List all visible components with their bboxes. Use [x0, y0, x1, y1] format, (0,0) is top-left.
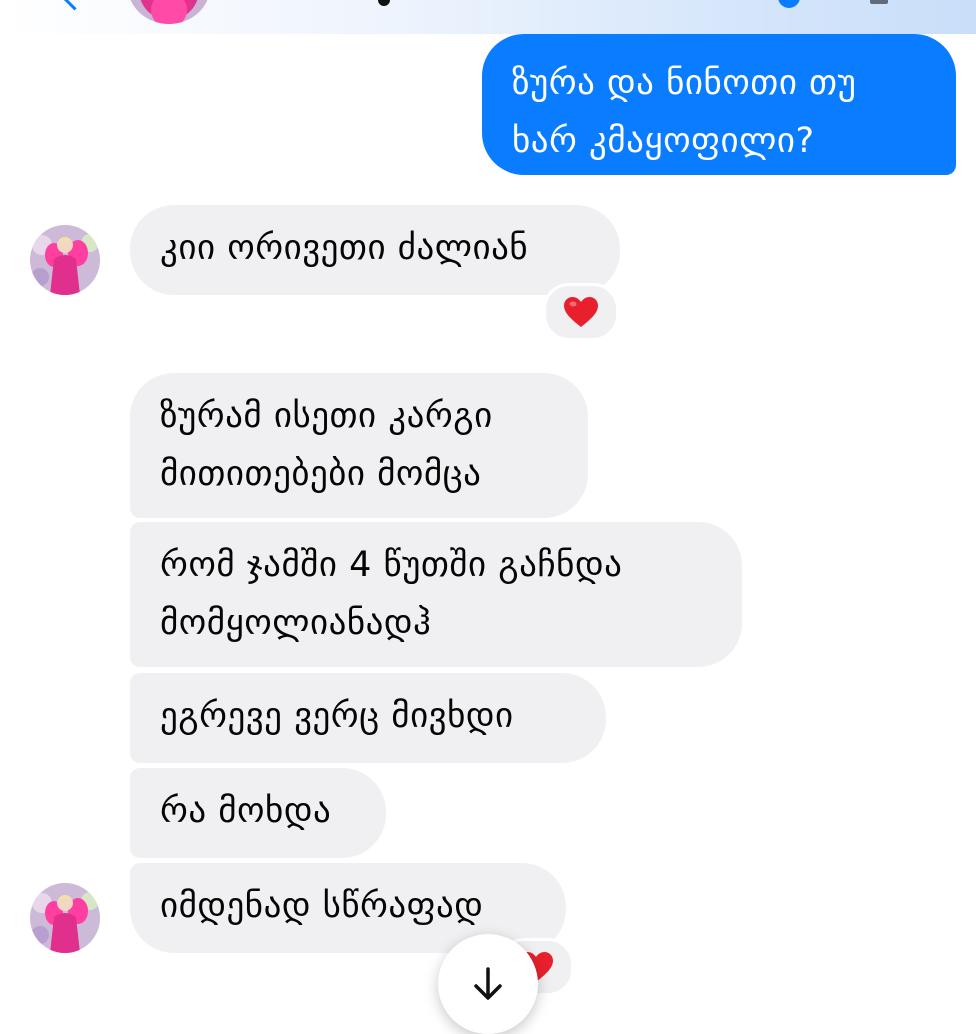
sender-avatar[interactable] [30, 225, 100, 295]
info-icon[interactable] [870, 0, 888, 4]
contact-avatar[interactable] [128, 0, 210, 24]
message-text-line: რომ ჯამში 4 წუთში გაჩნდა [160, 545, 623, 585]
message-text-line: მომყოლიანადჰ [160, 603, 432, 643]
message-text-line: მითითებები მომცა [160, 454, 482, 494]
back-chevron-icon[interactable] [62, 0, 87, 11]
incoming-message[interactable]: რომ ჯამში 4 წუთში გაჩნდა მომყოლიანადჰ [130, 522, 742, 667]
message-text: იმდენად სწრაფად [160, 886, 484, 926]
incoming-message[interactable]: ზურამ ისეთი კარგი მითითებები მომცა [130, 373, 588, 518]
incoming-message[interactable]: კიი ორივეთი ძალიან [130, 205, 620, 295]
incoming-message[interactable]: რა მოხდა [130, 768, 386, 858]
message-text: ეგრევე ვერც მივხდი [160, 696, 514, 736]
message-text: რა მოხდა [160, 791, 332, 831]
message-reaction[interactable] [543, 283, 619, 341]
chat-header [0, 0, 976, 34]
message-text-line: ზურა და ნინოთი თუ [512, 63, 857, 103]
message-text: კიი ორივეთი ძალიან [160, 228, 529, 268]
arrow-down-icon [474, 967, 502, 1000]
call-icon[interactable] [778, 0, 800, 8]
message-text-line: ზურამ ისეთი კარგი [160, 396, 493, 436]
scroll-to-bottom-button[interactable] [438, 934, 538, 1034]
outgoing-message[interactable]: ზურა და ნინოთი თუ ხარ კმაყოფილი? [482, 34, 956, 175]
message-text-line: ხარ კმაყოფილი? [512, 121, 815, 161]
header-title-fragment [378, 0, 390, 6]
heart-icon [564, 297, 598, 327]
sender-avatar[interactable] [30, 883, 100, 953]
incoming-message[interactable]: ეგრევე ვერც მივხდი [130, 673, 606, 763]
